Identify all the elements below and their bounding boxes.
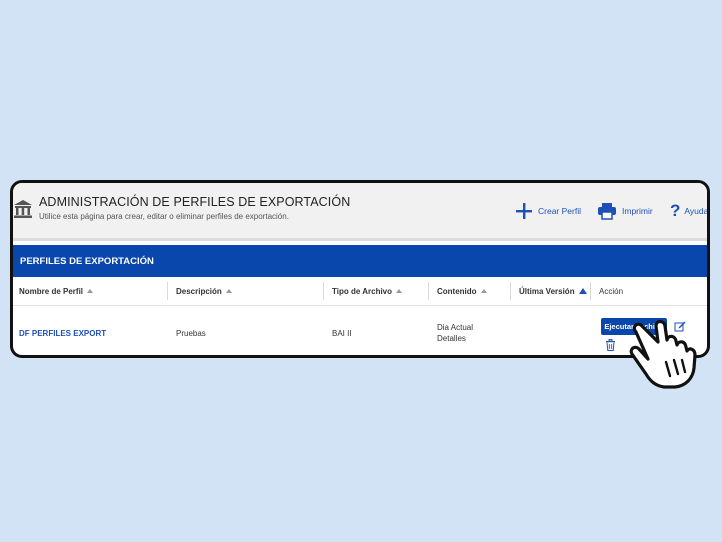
help-button[interactable]: ? Ayuda xyxy=(670,201,709,221)
help-icon: ? xyxy=(670,201,681,220)
page-subtitle: Utilice esta página para crear, editar o… xyxy=(39,212,289,221)
sort-icon xyxy=(578,288,587,294)
profile-file-type: BAI II xyxy=(332,329,352,338)
table-header: Nombre de Perfil Descripción Tipo de Arc… xyxy=(13,277,707,306)
sort-icon xyxy=(225,289,232,293)
column-header-label: Tipo de Archivo xyxy=(332,286,393,296)
sort-icon xyxy=(396,289,403,293)
export-profiles-panel: ADMINISTRACIÓN DE PERFILES DE EXPORTACIÓ… xyxy=(10,180,710,358)
column-header-description[interactable]: Descripción xyxy=(167,277,232,305)
plus-icon xyxy=(516,203,532,219)
page-title: ADMINISTRACIÓN DE PERFILES DE EXPORTACIÓ… xyxy=(39,195,351,209)
section-title-bar: PERFILES DE EXPORTACIÓN xyxy=(13,245,707,277)
create-profile-button[interactable]: Crear Perfil xyxy=(515,201,581,221)
section-title: PERFILES DE EXPORTACIÓN xyxy=(20,255,154,267)
column-header-action: Acción xyxy=(590,277,624,305)
column-header-label: Última Versión xyxy=(519,286,575,296)
column-header-label: Contenido xyxy=(437,286,477,296)
sort-icon xyxy=(480,289,487,293)
printer-icon xyxy=(598,203,616,220)
sort-icon xyxy=(87,289,94,293)
column-header-content[interactable]: Contenido xyxy=(428,277,487,305)
profile-description: Pruebas xyxy=(176,329,206,338)
column-header-label: Acción xyxy=(599,286,624,296)
help-label: Ayuda xyxy=(684,206,709,216)
bank-icon xyxy=(14,200,32,218)
column-header-label: Nombre de Perfil xyxy=(19,286,84,296)
column-header-file-type[interactable]: Tipo de Archivo xyxy=(323,277,403,305)
profile-content-line1: Dia Actual xyxy=(437,323,474,332)
profile-content-line2: Detalles xyxy=(437,334,466,343)
pointer-hand-icon xyxy=(629,319,697,389)
column-header-label: Descripción xyxy=(176,286,222,296)
print-label: Imprimir xyxy=(622,206,653,216)
print-button[interactable]: Imprimir xyxy=(597,201,653,221)
column-header-name[interactable]: Nombre de Perfil xyxy=(19,277,94,305)
trash-icon[interactable] xyxy=(605,339,616,351)
create-profile-label: Crear Perfil xyxy=(538,206,581,216)
profile-name-link[interactable]: DF PERFILES EXPORT xyxy=(19,329,106,338)
column-header-last-version[interactable]: Última Versión xyxy=(510,277,587,305)
page-header: ADMINISTRACIÓN DE PERFILES DE EXPORTACIÓ… xyxy=(13,183,707,241)
